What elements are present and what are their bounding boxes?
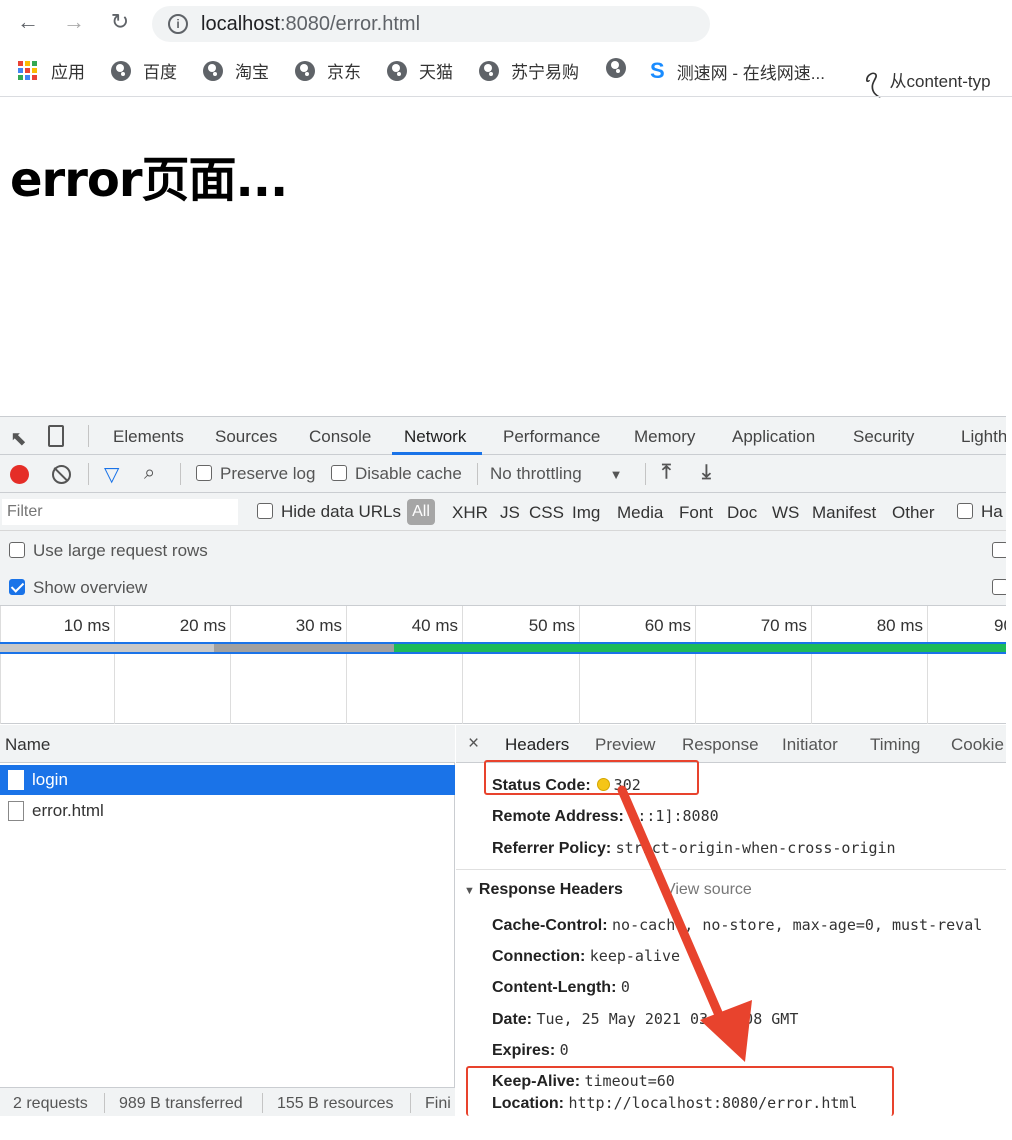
annotation-arrow-icon <box>617 785 752 1062</box>
